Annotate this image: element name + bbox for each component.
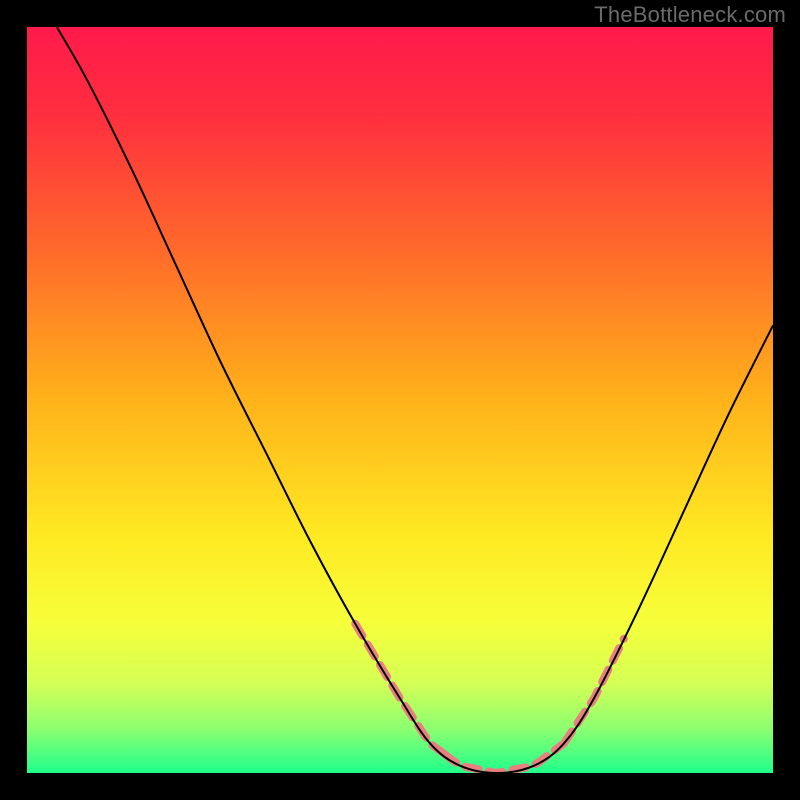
watermark-label: TheBottleneck.com — [594, 2, 786, 28]
bottleneck-chart — [0, 0, 800, 800]
chart-frame: TheBottleneck.com — [0, 0, 800, 800]
plot-background-gradient — [27, 27, 773, 773]
